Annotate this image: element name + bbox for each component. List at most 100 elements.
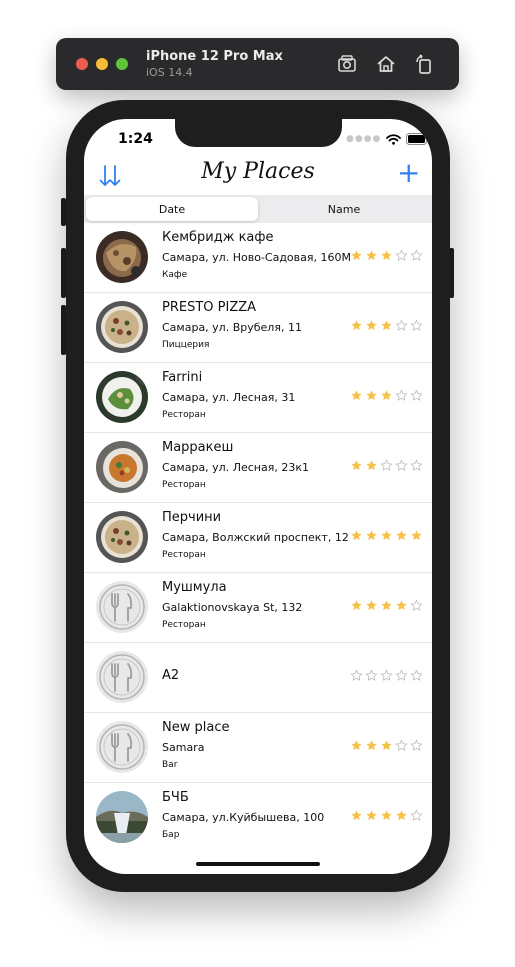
- place-rating: [350, 669, 423, 682]
- cellular-icon: ●●●●: [346, 134, 382, 144]
- place-row[interactable]: Кембридж кафе Самара, ул. Ново-Садовая, …: [84, 223, 432, 293]
- place-image: [96, 511, 148, 563]
- star-filled-icon: [381, 320, 392, 331]
- place-address: Самара, ул. Врубеля, 11: [162, 321, 302, 334]
- star-filled-icon: [381, 250, 392, 261]
- star-empty-icon: [380, 669, 393, 681]
- place-type: Ресторан: [162, 550, 206, 560]
- place-address: Самара, Волжский проспект, 12: [162, 531, 349, 544]
- place-address: Samara: [162, 741, 205, 754]
- star-filled-icon: [381, 810, 392, 821]
- sort-segmented-control: Date Name: [84, 195, 432, 223]
- star-empty-icon: [395, 739, 408, 751]
- star-filled-icon: [351, 250, 362, 261]
- place-image: [96, 371, 148, 423]
- star-filled-icon: [366, 810, 377, 821]
- place-address: Самара, ул. Ново-Садовая, 160М: [162, 251, 351, 264]
- volume-down-button: [61, 305, 66, 355]
- place-rating: [350, 599, 423, 612]
- place-photo: [96, 301, 148, 353]
- place-row[interactable]: Марракеш Самара, ул. Лесная, 23к1 Рестор…: [84, 433, 432, 503]
- page-title: My Places: [201, 159, 315, 184]
- place-row[interactable]: New place Samara Bar: [84, 713, 432, 783]
- place-image: [96, 441, 148, 493]
- place-type: Кафе: [162, 270, 188, 280]
- home-icon[interactable]: [375, 53, 397, 75]
- place-rating: [350, 739, 423, 752]
- star-empty-icon: [410, 669, 423, 681]
- app-screen: 1:24 ●●●● My Places + Date Name Кембридж…: [84, 119, 432, 874]
- zoom-window-button[interactable]: [116, 58, 128, 70]
- place-row[interactable]: БЧБ Самара, ул.Куйбышева, 100 Бар: [84, 783, 432, 852]
- star-filled-icon: [351, 740, 362, 751]
- star-filled-icon: [366, 250, 377, 261]
- star-filled-icon: [351, 530, 362, 541]
- simulator-device-name: iPhone 12 Pro Max: [146, 49, 283, 64]
- star-empty-icon: [395, 669, 408, 681]
- star-filled-icon: [351, 600, 362, 611]
- place-row[interactable]: Перчини Самара, Волжский проспект, 12 Ре…: [84, 503, 432, 573]
- place-photo: [96, 441, 148, 493]
- star-empty-icon: [410, 249, 423, 261]
- place-rating: [350, 319, 423, 332]
- star-empty-icon: [365, 669, 378, 681]
- place-row[interactable]: Мушмула Galaktionovskaya St, 132 Рестора…: [84, 573, 432, 643]
- simulator-title-bar: iPhone 12 Pro Max iOS 14.4: [56, 38, 459, 90]
- star-filled-icon: [366, 460, 377, 471]
- star-filled-icon: [396, 530, 407, 541]
- star-filled-icon: [381, 600, 392, 611]
- star-empty-icon: [380, 459, 393, 471]
- star-empty-icon: [395, 319, 408, 331]
- place-row[interactable]: PRESTO PIZZA Самара, ул. Врубеля, 11 Пиц…: [84, 293, 432, 363]
- minimize-window-button[interactable]: [96, 58, 108, 70]
- star-filled-icon: [366, 320, 377, 331]
- star-empty-icon: [410, 389, 423, 401]
- star-empty-icon: [410, 739, 423, 751]
- wifi-icon: [386, 133, 402, 145]
- star-filled-icon: [381, 530, 392, 541]
- segment-date[interactable]: Date: [86, 197, 258, 221]
- star-empty-icon: [410, 599, 423, 611]
- places-list: Кембридж кафе Самара, ул. Ново-Садовая, …: [84, 223, 432, 852]
- star-filled-icon: [351, 460, 362, 471]
- place-image: [96, 231, 148, 283]
- place-type: Bar: [162, 760, 178, 770]
- add-place-button[interactable]: +: [397, 157, 420, 189]
- navigation-bar: My Places +: [84, 155, 432, 196]
- place-rating: [350, 529, 423, 542]
- fork-knife-icon: [96, 581, 148, 633]
- battery-icon: [406, 133, 430, 145]
- star-filled-icon: [351, 810, 362, 821]
- place-name: PRESTO PIZZA: [162, 300, 257, 315]
- place-name: New place: [162, 720, 230, 735]
- star-empty-icon: [350, 669, 363, 681]
- star-filled-icon: [411, 530, 422, 541]
- place-type: Ресторан: [162, 620, 206, 630]
- star-filled-icon: [381, 740, 392, 751]
- star-empty-icon: [410, 459, 423, 471]
- place-image: [96, 791, 148, 843]
- place-type: Ресторан: [162, 480, 206, 490]
- star-filled-icon: [366, 600, 377, 611]
- volume-up-button: [61, 248, 66, 298]
- place-photo: [96, 791, 148, 843]
- place-name: Мушмула: [162, 580, 227, 595]
- star-filled-icon: [396, 810, 407, 821]
- place-photo: [96, 231, 148, 283]
- place-type: Ресторан: [162, 410, 206, 420]
- star-filled-icon: [366, 530, 377, 541]
- place-row[interactable]: A2: [84, 643, 432, 713]
- place-name: Перчини: [162, 510, 222, 525]
- close-window-button[interactable]: [76, 58, 88, 70]
- screenshot-icon[interactable]: [336, 53, 358, 75]
- segment-name[interactable]: Name: [258, 197, 430, 221]
- place-image: [96, 581, 148, 633]
- star-filled-icon: [366, 390, 377, 401]
- fork-knife-icon: [96, 721, 148, 773]
- place-type: Пиццерия: [162, 340, 210, 350]
- simulator-os-version: iOS 14.4: [146, 66, 193, 79]
- rotate-icon[interactable]: [413, 53, 435, 75]
- place-address: Galaktionovskaya St, 132: [162, 601, 303, 614]
- star-empty-icon: [410, 809, 423, 821]
- place-row[interactable]: Farrini Самара, ул. Лесная, 31 Ресторан: [84, 363, 432, 433]
